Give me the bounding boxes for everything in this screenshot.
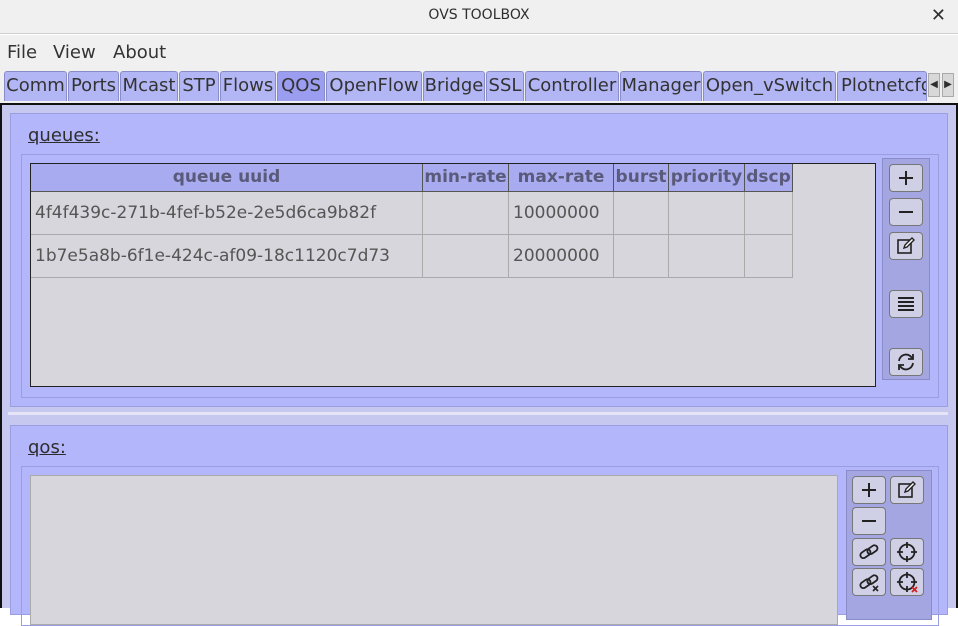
remove-queue-button[interactable] <box>889 198 923 226</box>
tab-mcast[interactable]: Mcast <box>120 71 178 101</box>
tab-ssl[interactable]: SSL <box>486 71 524 101</box>
target-remove-qos-button[interactable] <box>890 568 924 596</box>
tab-controller[interactable]: Controller <box>525 71 619 101</box>
remove-icon <box>862 520 876 522</box>
cell-priority <box>669 192 745 235</box>
link-icon <box>859 544 879 560</box>
tab-ports[interactable]: Ports <box>68 71 119 101</box>
add-icon <box>899 171 913 185</box>
add-icon <box>862 483 876 497</box>
target-icon <box>897 542 917 562</box>
list-icon <box>898 297 914 311</box>
qos-tab-content: queues: queue uuid min-rate max-rate bur… <box>0 103 958 626</box>
tab-stp[interactable]: STP <box>179 71 219 101</box>
cell-max-rate: 10000000 <box>509 192 614 235</box>
remove-icon <box>899 211 913 213</box>
unlink-qos-button[interactable] <box>852 568 886 596</box>
cell-priority <box>669 235 745 278</box>
menu-bar: File View About <box>0 35 958 69</box>
menu-file[interactable]: File <box>7 42 37 63</box>
add-queue-button[interactable] <box>889 164 923 192</box>
refresh-queues-button[interactable] <box>889 348 923 376</box>
close-icon[interactable]: ✕ <box>931 5 946 26</box>
cell-dscp <box>745 192 793 235</box>
column-header-min-rate[interactable]: min-rate <box>423 164 509 192</box>
column-header-priority[interactable]: priority <box>669 164 745 192</box>
queues-label: queues: <box>28 125 100 146</box>
tab-scroll-right-icon[interactable]: ▶ <box>942 73 954 97</box>
qos-toolbar <box>846 470 932 620</box>
tab-qos[interactable]: QOS <box>277 71 325 101</box>
tab-scroll-left-icon[interactable]: ◀ <box>928 73 940 97</box>
edit-icon <box>897 237 915 254</box>
cell-burst <box>614 235 669 278</box>
pane-divider[interactable] <box>8 412 948 415</box>
cell-queue-uuid: 4f4f439c-271b-4fef-b52e-2e5d6ca9b82f <box>31 192 423 235</box>
qos-panel: qos: <box>10 425 948 626</box>
target-qos-button[interactable] <box>890 538 924 566</box>
unlink-icon <box>859 574 879 592</box>
tab-openflow[interactable]: OpenFlow <box>326 71 422 101</box>
refresh-icon <box>898 353 914 371</box>
qos-inner-frame <box>21 466 939 626</box>
tab-manager[interactable]: Manager <box>620 71 702 101</box>
tab-open-vswitch[interactable]: Open_vSwitch <box>703 71 836 101</box>
cell-burst <box>614 192 669 235</box>
menu-view[interactable]: View <box>53 42 96 63</box>
cell-min-rate <box>423 192 509 235</box>
edit-qos-button[interactable] <box>890 476 924 504</box>
menu-about[interactable]: About <box>113 42 166 63</box>
edit-queue-button[interactable] <box>889 232 923 260</box>
tab-plotnetcfg[interactable]: Plotnetcfg <box>837 71 927 101</box>
cell-dscp <box>745 235 793 278</box>
column-header-dscp[interactable]: dscp <box>745 164 793 192</box>
tab-bridge[interactable]: Bridge <box>423 71 485 101</box>
queues-table[interactable]: queue uuid min-rate max-rate burst prior… <box>30 163 876 387</box>
queues-panel: queues: queue uuid min-rate max-rate bur… <box>10 113 948 407</box>
column-header-burst[interactable]: burst <box>614 164 669 192</box>
target-remove-icon <box>897 572 918 593</box>
queues-toolbar <box>882 158 930 380</box>
link-qos-button[interactable] <box>852 538 886 566</box>
column-header-queue-uuid[interactable]: queue uuid <box>31 164 423 192</box>
add-qos-button[interactable] <box>852 476 886 504</box>
qos-table[interactable] <box>30 475 838 625</box>
qos-label: qos: <box>28 437 66 458</box>
cell-max-rate: 20000000 <box>509 235 614 278</box>
column-header-max-rate[interactable]: max-rate <box>509 164 614 192</box>
tab-comm[interactable]: Comm <box>4 71 67 101</box>
edit-icon <box>898 481 916 498</box>
queues-inner-frame: queue uuid min-rate max-rate burst prior… <box>21 154 939 398</box>
window-title: OVS TOOLBOX <box>428 7 530 23</box>
remove-qos-button[interactable] <box>852 507 886 535</box>
tab-strip: Comm Ports Mcast STP Flows QOS OpenFlow … <box>0 69 958 103</box>
cell-min-rate <box>423 235 509 278</box>
list-queues-button[interactable] <box>889 290 923 318</box>
tab-flows[interactable]: Flows <box>220 71 276 101</box>
title-bar: OVS TOOLBOX ✕ <box>0 0 958 34</box>
cell-queue-uuid: 1b7e5a8b-6f1e-424c-af09-18c1120c7d73 <box>31 235 423 278</box>
